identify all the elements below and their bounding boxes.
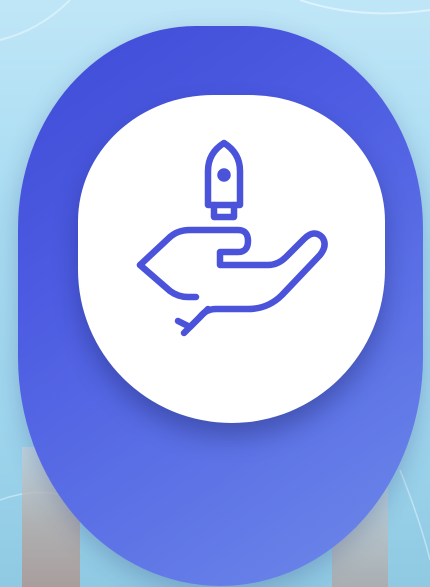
hero-scene xyxy=(0,0,430,587)
hand-holding-rocket-icon xyxy=(136,139,328,337)
icon-tile xyxy=(78,95,385,423)
